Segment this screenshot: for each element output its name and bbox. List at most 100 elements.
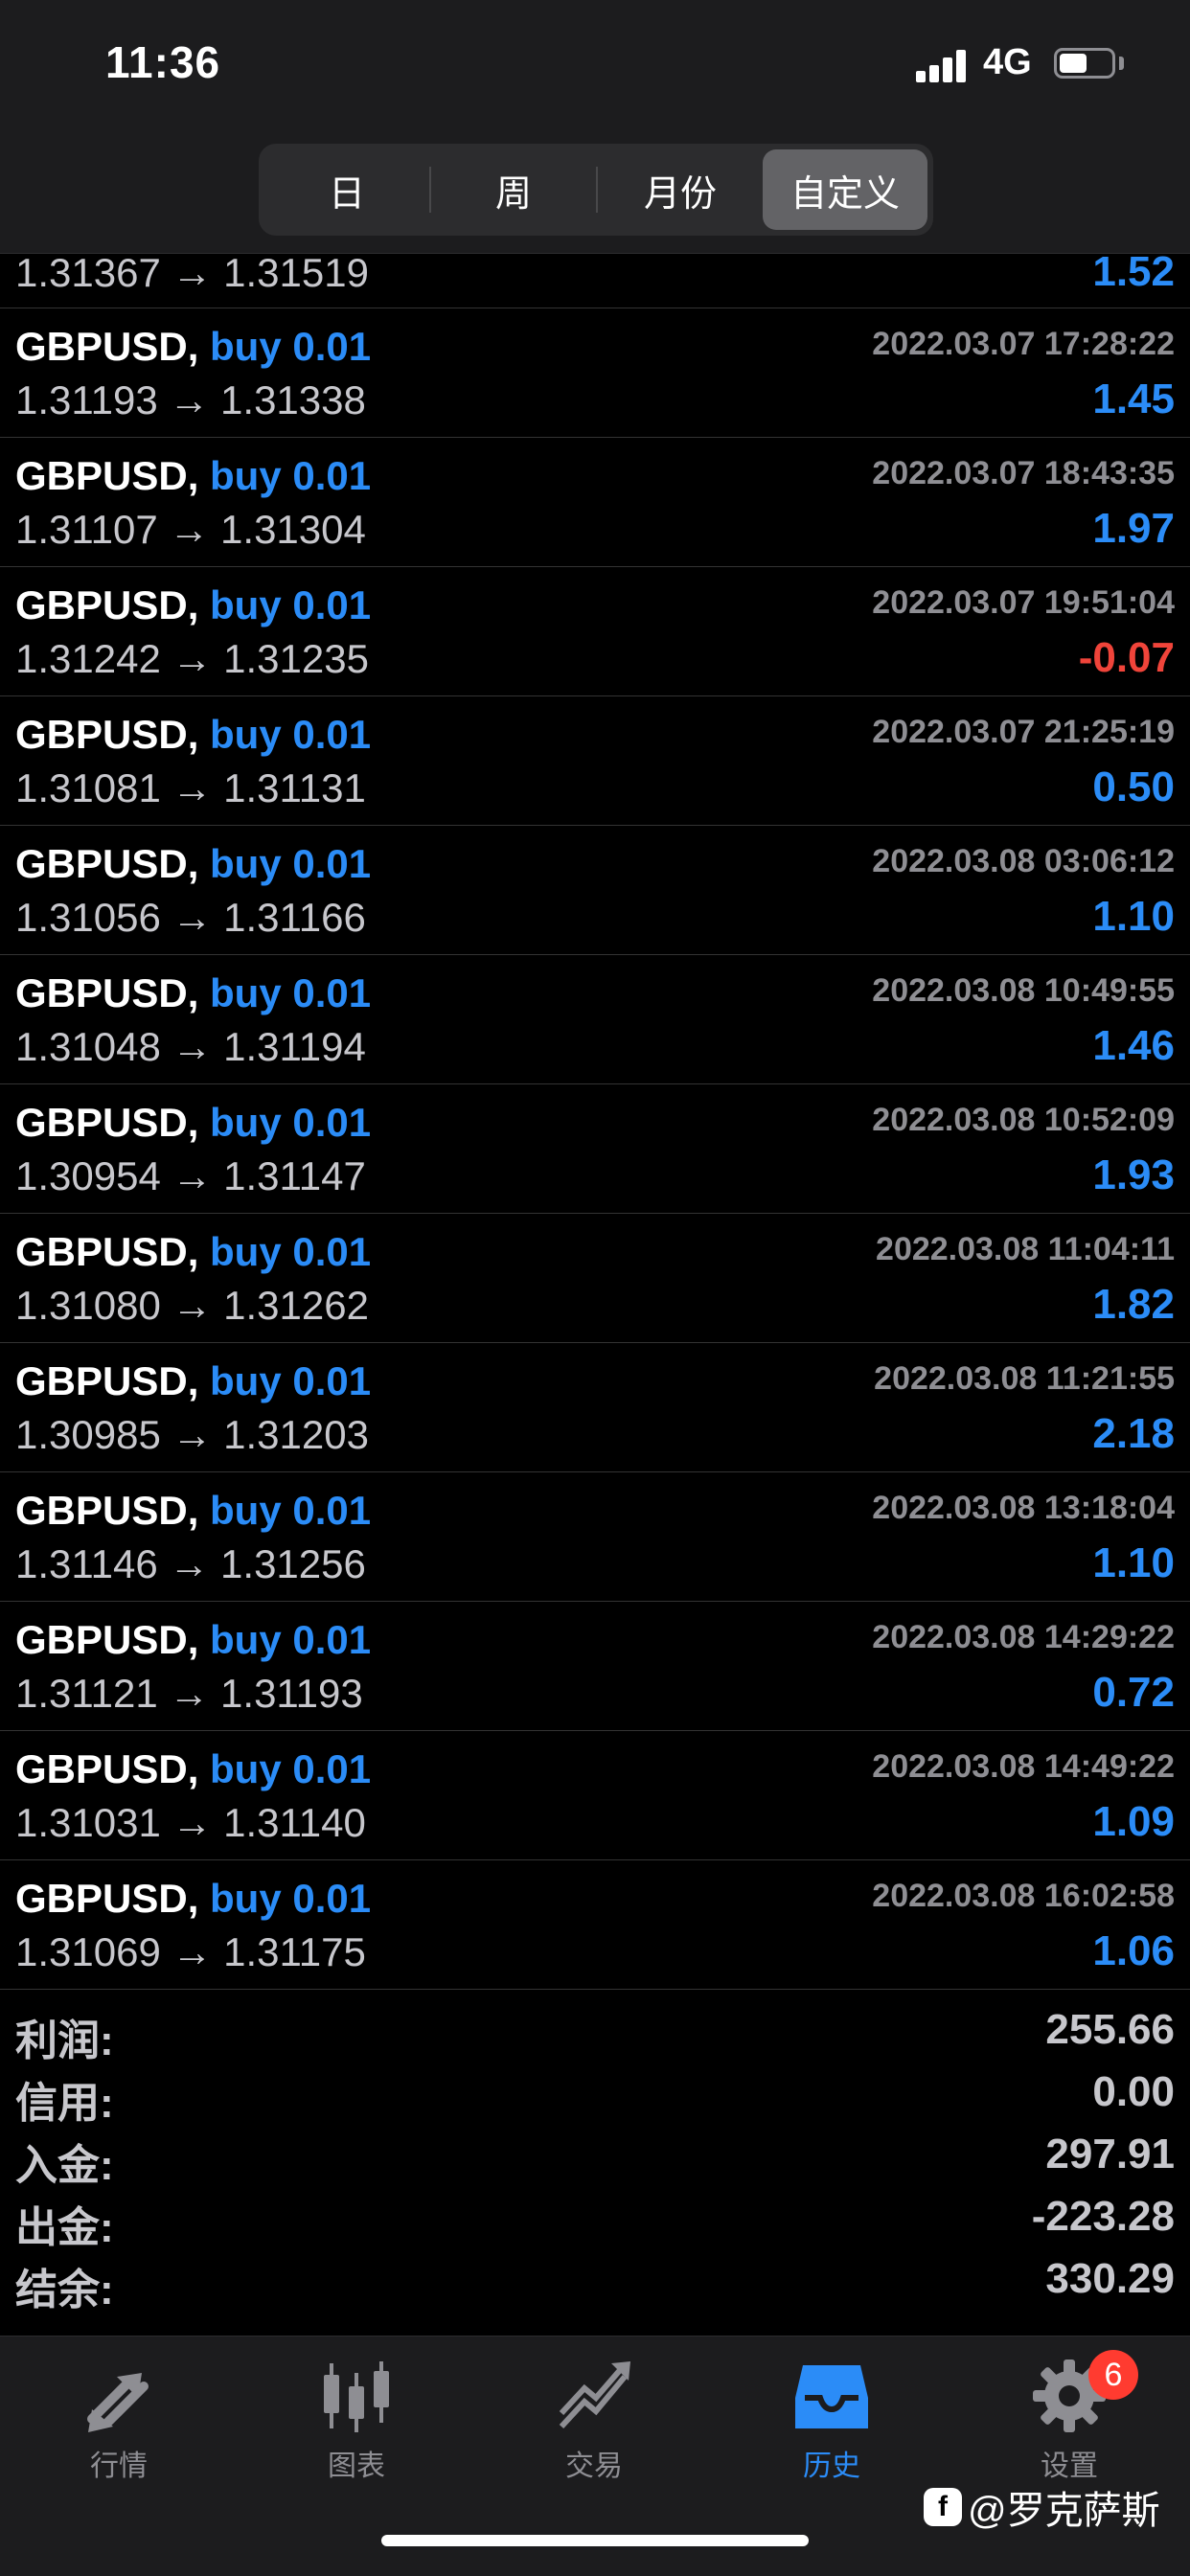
symbol-text: GBPUSD, (15, 1488, 199, 1533)
trade-row[interactable]: GBPUSD, buy 0.01 2022.03.08 13:18:04 1.311… (0, 1472, 1190, 1602)
trade-prices: 1.31367 → 1.31519 (15, 250, 369, 295)
trade-prices: 1.31146 → 1.31256 (15, 1541, 366, 1586)
summary-label: 入金: (15, 2142, 114, 2189)
trade-pnl: 1.45 (1092, 376, 1175, 422)
trade-time: 2022.03.07 21:25:19 (872, 714, 1175, 750)
trade-time: 2022.03.07 17:28:22 (872, 326, 1175, 362)
symbol-text: GBPUSD, (15, 582, 199, 627)
summary-value: -223.28 (1031, 2193, 1175, 2240)
watermark-text: @罗克萨斯 (968, 2490, 1160, 2532)
header: 11:36 4G 日 周 月份 自定义 (0, 0, 1190, 254)
tab-quotes[interactable]: 行情 (23, 2356, 215, 2484)
summary-row: 结余: 330.29 (0, 2249, 1190, 2314)
trade-time: 2022.03.08 16:02:58 (872, 1878, 1175, 1914)
trade-side: buy 0.01 (210, 582, 372, 627)
inbox-icon (795, 2365, 868, 2428)
quotes-arrows-icon (87, 2373, 149, 2432)
tab-trade[interactable]: 交易 (498, 2356, 690, 2484)
trade-row[interactable]: GBPUSD, buy 0.01 2022.03.07 18:43:35 1.311… (0, 438, 1190, 567)
tab-label: 图表 (328, 2451, 385, 2482)
trade-row[interactable]: GBPUSD, buy 0.01 2022.03.08 14:29:22 1.311… (0, 1602, 1190, 1731)
trade-symbol: GBPUSD, buy 0.01 (15, 582, 371, 628)
trade-symbol: GBPUSD, buy 0.01 (15, 970, 371, 1016)
trade-prices: 1.30954 → 1.31147 (15, 1153, 366, 1198)
trade-row[interactable]: GBPUSD, buy 0.01 2022.03.08 14:49:22 1.310… (0, 1731, 1190, 1860)
segment-month[interactable]: 月份 (598, 149, 763, 230)
segment-week[interactable]: 周 (431, 149, 596, 230)
summary-row: 入金: 297.91 (0, 2125, 1190, 2189)
trade-row[interactable]: GBPUSD, buy 0.01 2022.03.07 21:25:19 1.310… (0, 696, 1190, 826)
trade-prices: 1.31193 → 1.31338 (15, 377, 366, 422)
trade-prices: 1.31107 → 1.31304 (15, 507, 366, 552)
tab-charts[interactable]: 图表 (261, 2356, 452, 2484)
trade-symbol: GBPUSD, buy 0.01 (15, 1746, 371, 1792)
trade-symbol: GBPUSD, buy 0.01 (15, 1876, 371, 1922)
trade-symbol: GBPUSD, buy 0.01 (15, 1100, 371, 1146)
trade-pnl: 1.10 (1092, 1539, 1175, 1586)
trade-time: 2022.03.07 19:51:04 (872, 584, 1175, 621)
tab-label: 设置 (1041, 2451, 1098, 2482)
trade-time: 2022.03.08 10:49:55 (872, 972, 1175, 1009)
tab-settings[interactable]: 6 设置 (973, 2350, 1165, 2484)
symbol-text: GBPUSD, (15, 1358, 199, 1403)
summary-value: 255.66 (1045, 2006, 1175, 2053)
tab-label: 行情 (90, 2451, 148, 2482)
summary-label: 出金: (15, 2204, 114, 2251)
trade-prices: 1.30985 → 1.31203 (15, 1412, 369, 1457)
home-indicator[interactable] (381, 2535, 809, 2546)
account-summary: 利润: 255.66 信用: 0.00 入金: 297.91 出金: -223.28 结余: 33… (0, 2000, 1190, 2314)
trade-pnl: 1.46 (1092, 1022, 1175, 1069)
trade-pnl: 1.10 (1092, 893, 1175, 940)
status-time: 11:36 (105, 37, 221, 87)
trade-row[interactable]: GBPUSD, buy 0.01 2022.03.08 03:06:12 1.310… (0, 826, 1190, 955)
segment-custom[interactable]: 自定义 (763, 149, 927, 230)
trade-row-partial[interactable]: 1.31367 → 1.31519 1.52 (0, 248, 1190, 308)
trade-row[interactable]: GBPUSD, buy 0.01 2022.03.08 11:21:55 1.309… (0, 1343, 1190, 1472)
trade-chart-icon (559, 2361, 630, 2429)
trade-row[interactable]: GBPUSD, buy 0.01 2022.03.08 11:04:11 1.310… (0, 1214, 1190, 1343)
trade-side: buy 0.01 (210, 453, 372, 498)
trade-pnl: 0.50 (1092, 764, 1175, 810)
segment-day[interactable]: 日 (264, 149, 429, 230)
period-segmented-control: 日 周 月份 自定义 (259, 144, 933, 236)
trade-row[interactable]: GBPUSD, buy 0.01 2022.03.08 10:49:55 1.310… (0, 955, 1190, 1084)
trade-row[interactable]: GBPUSD, buy 0.01 2022.03.08 10:52:09 1.309… (0, 1084, 1190, 1214)
trade-symbol: GBPUSD, buy 0.01 (15, 1229, 371, 1275)
watermark-logo-icon: f (924, 2488, 962, 2526)
trade-row[interactable]: GBPUSD, buy 0.01 2022.03.08 16:02:58 1.310… (0, 1860, 1190, 1990)
signal-icon (916, 48, 970, 82)
trade-side: buy 0.01 (210, 841, 372, 886)
trade-side: buy 0.01 (210, 1100, 372, 1145)
trade-time: 2022.03.08 14:49:22 (872, 1748, 1175, 1785)
tab-history[interactable]: 历史 (736, 2356, 927, 2484)
summary-value: 0.00 (1092, 2068, 1175, 2115)
symbol-text: GBPUSD, (15, 970, 199, 1015)
tab-label: 历史 (803, 2451, 860, 2482)
trade-time: 2022.03.07 18:43:35 (872, 455, 1175, 491)
symbol-text: GBPUSD, (15, 1100, 199, 1145)
notification-badge: 6 (1088, 2350, 1138, 2400)
summary-value: 297.91 (1045, 2131, 1175, 2177)
summary-value: 330.29 (1045, 2255, 1175, 2302)
summary-label: 结余: (15, 2267, 114, 2314)
trade-side: buy 0.01 (210, 1876, 372, 1921)
symbol-text: GBPUSD, (15, 1746, 199, 1791)
trade-time: 2022.03.08 11:04:11 (876, 1231, 1175, 1267)
trade-prices: 1.31080 → 1.31262 (15, 1283, 369, 1328)
trade-side: buy 0.01 (210, 1358, 372, 1403)
trade-history-list: 1.31367 → 1.31519 1.52 GBPUSD, buy 0.01 2… (0, 248, 1190, 1990)
trade-side: buy 0.01 (210, 970, 372, 1015)
trade-pnl: 1.52 (1092, 248, 1175, 295)
trade-row[interactable]: GBPUSD, buy 0.01 2022.03.07 17:28:22 1.311… (0, 308, 1190, 438)
trade-prices: 1.31069 → 1.31175 (15, 1929, 366, 1974)
trade-symbol: GBPUSD, buy 0.01 (15, 1617, 371, 1663)
trade-symbol: GBPUSD, buy 0.01 (15, 712, 371, 758)
symbol-text: GBPUSD, (15, 1229, 199, 1274)
network-label: 4G (983, 42, 1032, 82)
trade-side: buy 0.01 (210, 1229, 372, 1274)
summary-row: 利润: 255.66 (0, 2000, 1190, 2064)
trade-pnl: 1.97 (1092, 505, 1175, 552)
trade-row[interactable]: GBPUSD, buy 0.01 2022.03.07 19:51:04 1.312… (0, 567, 1190, 696)
trade-side: buy 0.01 (210, 1488, 372, 1533)
trade-time: 2022.03.08 14:29:22 (872, 1619, 1175, 1655)
